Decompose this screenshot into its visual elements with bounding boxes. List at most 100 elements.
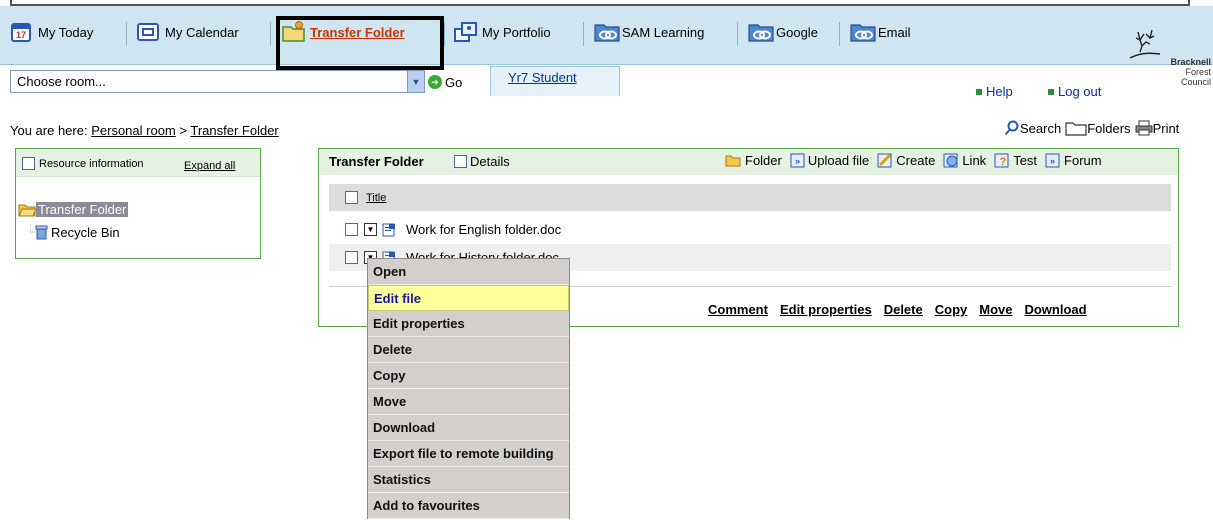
user-tab-label[interactable]: Yr7 Student bbox=[508, 70, 577, 85]
go-label: Go bbox=[445, 74, 463, 90]
file-checkbox[interactable] bbox=[345, 251, 358, 264]
go-button[interactable]: ➜ Go bbox=[428, 72, 462, 92]
logo-text: Council bbox=[1180, 77, 1211, 87]
nav-separator bbox=[126, 22, 127, 46]
tree-item-label: Recycle Bin bbox=[51, 224, 120, 240]
column-title-header[interactable]: Title bbox=[366, 192, 386, 204]
menu-item-move[interactable]: Move bbox=[368, 389, 569, 415]
new-folder-button[interactable]: Folder bbox=[725, 153, 782, 168]
logout-label: Log out bbox=[1058, 84, 1102, 99]
help-label: Help bbox=[986, 84, 1013, 99]
go-arrow-icon: ➜ bbox=[428, 75, 442, 89]
action-label: Test bbox=[1013, 153, 1038, 168]
move-link[interactable]: Move bbox=[979, 302, 1012, 317]
forum-button[interactable]: » Forum bbox=[1045, 153, 1102, 168]
menu-item-open[interactable]: Open bbox=[368, 259, 569, 285]
comment-link[interactable]: Comment bbox=[708, 302, 768, 317]
resource-info-toggle[interactable]: Resource information bbox=[22, 157, 144, 170]
council-logo: Bracknell Forest Council bbox=[1124, 28, 1213, 90]
breadcrumb-personal-room[interactable]: Personal room bbox=[91, 123, 176, 138]
menu-item-edit-properties[interactable]: Edit properties bbox=[368, 311, 569, 337]
logout-link[interactable]: Log out bbox=[1048, 84, 1101, 99]
upload-file-button[interactable]: » Upload file bbox=[790, 153, 869, 168]
search-button[interactable]: Search bbox=[1004, 120, 1061, 136]
test-icon: ? bbox=[994, 153, 1010, 168]
folders-label: Folders bbox=[1087, 120, 1131, 136]
nav-item-sam-learning[interactable]: SAM Learning bbox=[594, 20, 704, 44]
help-link[interactable]: Help bbox=[976, 84, 1013, 99]
details-checkbox[interactable] bbox=[454, 155, 467, 168]
logo-text: Bracknell bbox=[1170, 57, 1211, 67]
link-icon bbox=[850, 21, 876, 43]
menu-item-copy[interactable]: Copy bbox=[368, 363, 569, 389]
breadcrumb-separator: > bbox=[179, 123, 187, 138]
folder-content-header: Transfer Folder Details Folder » Upload … bbox=[319, 149, 1178, 175]
nav-label: My Today bbox=[38, 24, 94, 40]
action-label: Forum bbox=[1064, 153, 1102, 168]
folder-actions: Folder » Upload file Create Link ? Test … bbox=[717, 153, 1102, 168]
create-button[interactable]: Create bbox=[877, 153, 935, 168]
recycle-bin-icon bbox=[30, 224, 48, 240]
nav-separator bbox=[270, 22, 271, 46]
breadcrumb-transfer-folder[interactable]: Transfer Folder bbox=[190, 123, 278, 138]
nav-label: My Portfolio bbox=[482, 24, 551, 40]
nav-item-google[interactable]: Google bbox=[748, 20, 818, 44]
expand-all-link[interactable]: Expand all bbox=[184, 160, 235, 172]
page-tools: Search Folders Print bbox=[1000, 120, 1179, 136]
action-label: Link bbox=[962, 153, 987, 168]
room-select[interactable]: Choose room... ▼ bbox=[10, 70, 425, 93]
test-button[interactable]: ? Test bbox=[994, 153, 1037, 168]
menu-item-add-favourites[interactable]: Add to favourites bbox=[368, 493, 569, 519]
menu-item-statistics[interactable]: Statistics bbox=[368, 467, 569, 493]
link-icon bbox=[594, 21, 620, 43]
bullet-icon bbox=[1048, 88, 1054, 95]
nav-item-my-portfolio[interactable]: My Portfolio bbox=[454, 20, 551, 44]
action-label: Create bbox=[896, 153, 936, 168]
nav-item-my-calendar[interactable]: My Calendar bbox=[137, 20, 239, 44]
details-toggle[interactable]: Details bbox=[454, 154, 510, 169]
print-button[interactable]: Print bbox=[1135, 120, 1180, 136]
tree-item-transfer-folder[interactable]: Transfer Folder bbox=[18, 202, 129, 217]
chevron-down-icon[interactable]: ▼ bbox=[407, 71, 424, 92]
menu-item-export-remote[interactable]: Export file to remote building bbox=[368, 441, 569, 467]
menu-item-download[interactable]: Download bbox=[368, 415, 569, 441]
link-icon bbox=[748, 21, 774, 43]
file-menu-dropdown[interactable]: ▼ bbox=[364, 223, 377, 236]
nav-item-my-today[interactable]: 17 My Today bbox=[10, 20, 93, 44]
delete-link[interactable]: Delete bbox=[884, 302, 923, 317]
menu-item-delete[interactable]: Delete bbox=[368, 337, 569, 363]
folders-button[interactable]: Folders bbox=[1065, 120, 1131, 136]
nav-item-email[interactable]: Email bbox=[850, 20, 911, 44]
menu-item-edit-file[interactable]: Edit file bbox=[368, 285, 569, 311]
file-list-header: Title bbox=[329, 184, 1171, 211]
breadcrumb: You are here: Personal room > Transfer F… bbox=[10, 123, 279, 138]
search-icon bbox=[1004, 120, 1020, 136]
print-label: Print bbox=[1152, 120, 1180, 136]
nav-bar: 17 My Today My Calendar Transfer Folder … bbox=[0, 6, 1213, 87]
tree-item-label: Transfer Folder bbox=[36, 202, 129, 217]
svg-text:17: 17 bbox=[16, 30, 26, 40]
nav-label: Google bbox=[776, 24, 818, 40]
create-icon bbox=[877, 153, 893, 168]
download-link[interactable]: Download bbox=[1024, 302, 1086, 317]
logo-text: Forest bbox=[1185, 67, 1211, 77]
tree-item-recycle-bin[interactable]: Recycle Bin bbox=[30, 224, 120, 240]
file-row: ▼ Work for English folder.doc bbox=[329, 216, 1171, 243]
select-all-checkbox[interactable] bbox=[345, 191, 358, 204]
nav-separator bbox=[583, 22, 584, 46]
calendar-day-icon: 17 bbox=[10, 21, 32, 43]
link-button[interactable]: Link bbox=[943, 153, 986, 168]
file-action-links: Comment Edit properties Delete Copy Move… bbox=[708, 302, 1099, 317]
file-checkbox[interactable] bbox=[345, 223, 358, 236]
folder-open-icon bbox=[18, 203, 36, 217]
copy-link[interactable]: Copy bbox=[935, 302, 968, 317]
calendar-icon bbox=[137, 21, 159, 43]
edit-properties-link[interactable]: Edit properties bbox=[780, 302, 872, 317]
file-name[interactable]: Work for English folder.doc bbox=[406, 222, 561, 237]
folder-tree-header: Resource information Expand all bbox=[16, 149, 260, 177]
nav-separator bbox=[839, 22, 840, 46]
folder-tree-panel: Resource information Expand all Transfer… bbox=[15, 148, 261, 259]
word-document-icon bbox=[382, 223, 396, 237]
nav-label: SAM Learning bbox=[622, 24, 705, 40]
resource-info-checkbox[interactable] bbox=[22, 157, 35, 170]
